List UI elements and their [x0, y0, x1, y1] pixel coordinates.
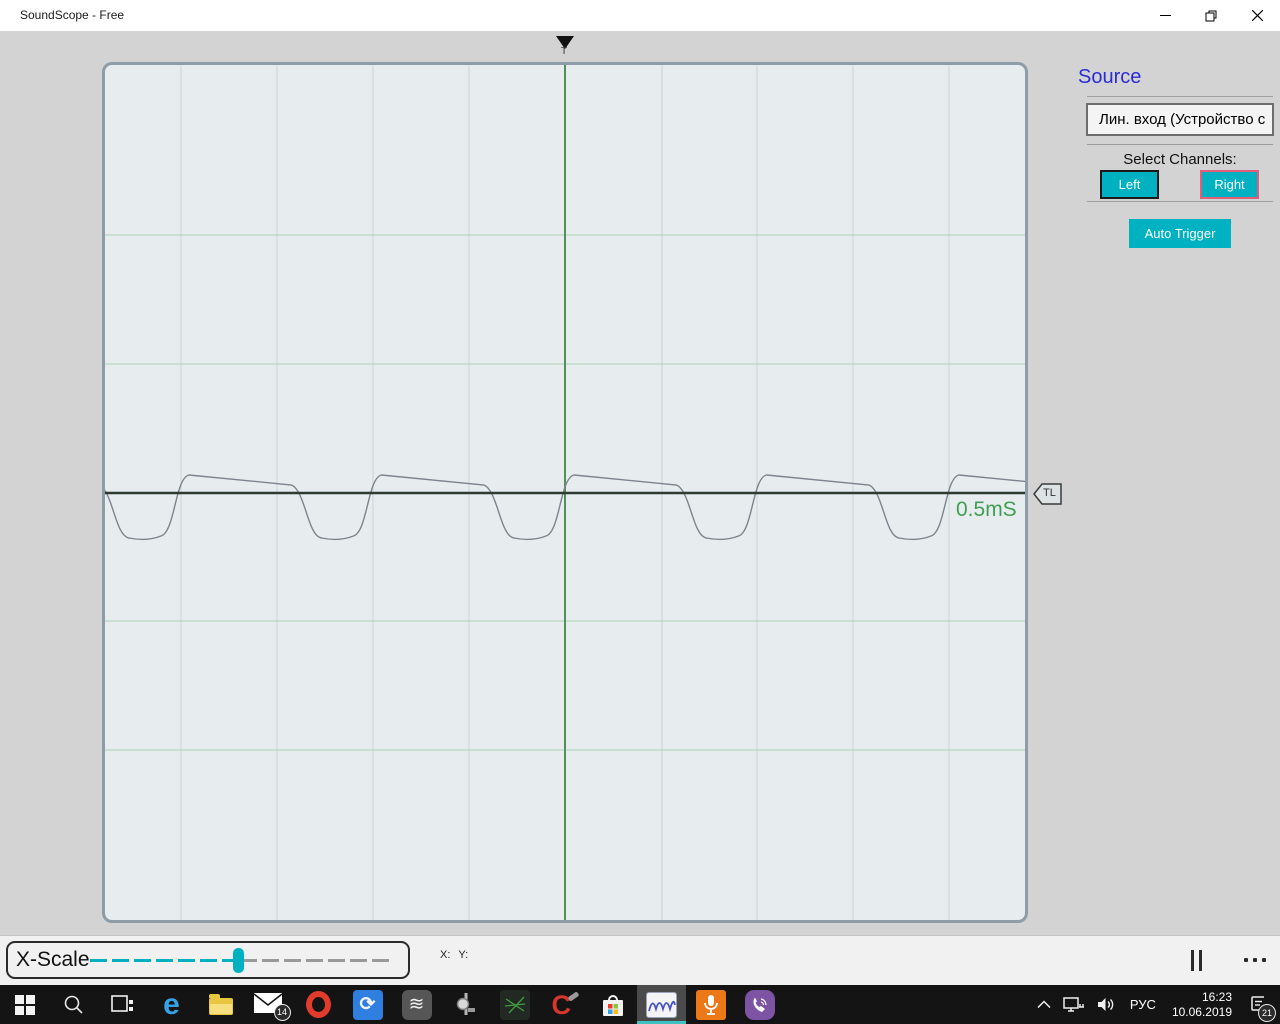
shareit-icon: ⟳ [353, 990, 383, 1020]
select-channels-label: Select Channels: [1087, 151, 1273, 168]
tray-volume-button[interactable] [1091, 985, 1122, 1024]
taskbar-item-soundscope-active[interactable] [637, 985, 686, 1024]
pause-icon [1191, 950, 1194, 971]
tray-chevron-button[interactable] [1031, 985, 1057, 1024]
close-button[interactable] [1234, 0, 1280, 31]
taskbar-item-viber[interactable] [735, 985, 784, 1024]
task-view-button[interactable] [98, 985, 147, 1024]
close-icon [1252, 10, 1263, 21]
taskbar-search-button[interactable] [49, 985, 98, 1024]
chevron-up-icon [1037, 1000, 1051, 1009]
minimize-button[interactable] [1142, 0, 1188, 31]
file-explorer-icon [209, 998, 233, 1015]
oscilloscope-trace [105, 65, 1025, 920]
x-coordinate-label: X: [440, 949, 450, 961]
x-scale-panel: X-Scale [6, 941, 410, 979]
time-per-division-label: 0.5mS [956, 498, 1017, 522]
x-scale-slider-thumb[interactable] [233, 948, 244, 973]
taskbar-item-tool-app[interactable] [441, 985, 490, 1024]
more-options-button[interactable] [1244, 958, 1270, 966]
panel-divider [1087, 144, 1273, 145]
tray-network-button[interactable] [1057, 985, 1091, 1024]
audio-device-value: Лин. вход (Устройство с [1088, 111, 1265, 128]
pause-icon [1199, 950, 1202, 971]
more-options-icon [1253, 958, 1257, 962]
edge-browser-icon: e [163, 990, 180, 1020]
soundscope-app-icon [646, 992, 677, 1018]
network-icon [1063, 997, 1085, 1013]
bottom-control-bar: X-Scale X: Y: [0, 935, 1280, 985]
more-options-icon [1244, 958, 1248, 962]
audio-device-combobox[interactable]: Лин. вход (Устройство с [1086, 103, 1274, 136]
taskbar-item-edge[interactable]: e [147, 985, 196, 1024]
system-tray: РУС 16:23 10.06.2019 21 [1031, 985, 1280, 1024]
taskbar: e 14 ⟳ ≋ [0, 985, 1280, 1024]
tool-app-icon [455, 991, 477, 1019]
trigger-level-icon[interactable]: TL [1033, 482, 1063, 506]
y-coordinate-label: Y: [458, 949, 468, 961]
x-scale-label: X-Scale [16, 948, 90, 972]
taskbar-clock[interactable]: 16:23 10.06.2019 [1164, 985, 1240, 1024]
language-indicator[interactable]: РУС [1122, 985, 1164, 1024]
panel-divider [1087, 201, 1273, 202]
taskbar-item-ccleaner[interactable]: C [539, 985, 588, 1024]
clock-date: 10.06.2019 [1172, 1005, 1232, 1020]
taskbar-item-ms-store[interactable] [588, 985, 637, 1024]
taskbar-item-file-explorer[interactable] [196, 985, 245, 1024]
cursor-coordinates: X: Y: [440, 949, 476, 961]
restore-icon [1205, 10, 1217, 22]
notification-count-badge: 21 [1258, 1004, 1276, 1022]
ccleaner-icon: C [549, 990, 579, 1020]
search-icon [63, 994, 85, 1016]
taskbar-item-globe-app[interactable]: ≋ [392, 985, 441, 1024]
trigger-position-label: T [561, 46, 567, 57]
speaker-icon [1097, 997, 1116, 1012]
source-panel-title: Source [1078, 66, 1141, 89]
panel-divider [1087, 96, 1273, 97]
taskbar-item-voice-recorder[interactable] [686, 985, 735, 1024]
slider-track-filled [90, 959, 240, 962]
oscilloscope-display: 0.5mS [102, 62, 1028, 923]
voice-recorder-icon [696, 990, 726, 1020]
taskbar-item-mail[interactable]: 14 [245, 985, 294, 1024]
trigger-level-tag-label: TL [1043, 487, 1056, 499]
left-channel-button[interactable]: Left [1100, 170, 1159, 199]
notification-center-button[interactable]: 21 [1244, 992, 1270, 1018]
opera-browser-icon [306, 991, 331, 1018]
taskbar-item-opera[interactable] [294, 985, 343, 1024]
windows-logo-icon [15, 995, 35, 1015]
minimize-icon [1160, 10, 1171, 21]
clock-time: 16:23 [1172, 990, 1232, 1005]
viber-icon [745, 990, 775, 1020]
mail-unread-badge: 14 [274, 1004, 291, 1021]
pause-button[interactable] [1190, 950, 1206, 971]
taskbar-item-shareit[interactable]: ⟳ [343, 985, 392, 1024]
task-view-icon [111, 995, 134, 1015]
title-bar: SoundScope - Free [0, 0, 1280, 31]
taskbar-item-glitch-app[interactable] [490, 985, 539, 1024]
glitch-app-icon [500, 990, 530, 1020]
auto-trigger-button[interactable]: Auto Trigger [1129, 219, 1231, 248]
right-channel-button[interactable]: Right [1200, 170, 1259, 199]
globe-app-icon: ≋ [402, 990, 432, 1020]
window-title: SoundScope - Free [20, 8, 124, 22]
slider-track-rest [240, 959, 390, 962]
application-window: SoundScope - Free T 0.5mS TL So [0, 0, 1280, 1024]
more-options-icon [1262, 958, 1266, 962]
restore-button[interactable] [1188, 0, 1234, 31]
ms-store-icon [600, 991, 626, 1019]
start-button[interactable] [0, 985, 49, 1024]
